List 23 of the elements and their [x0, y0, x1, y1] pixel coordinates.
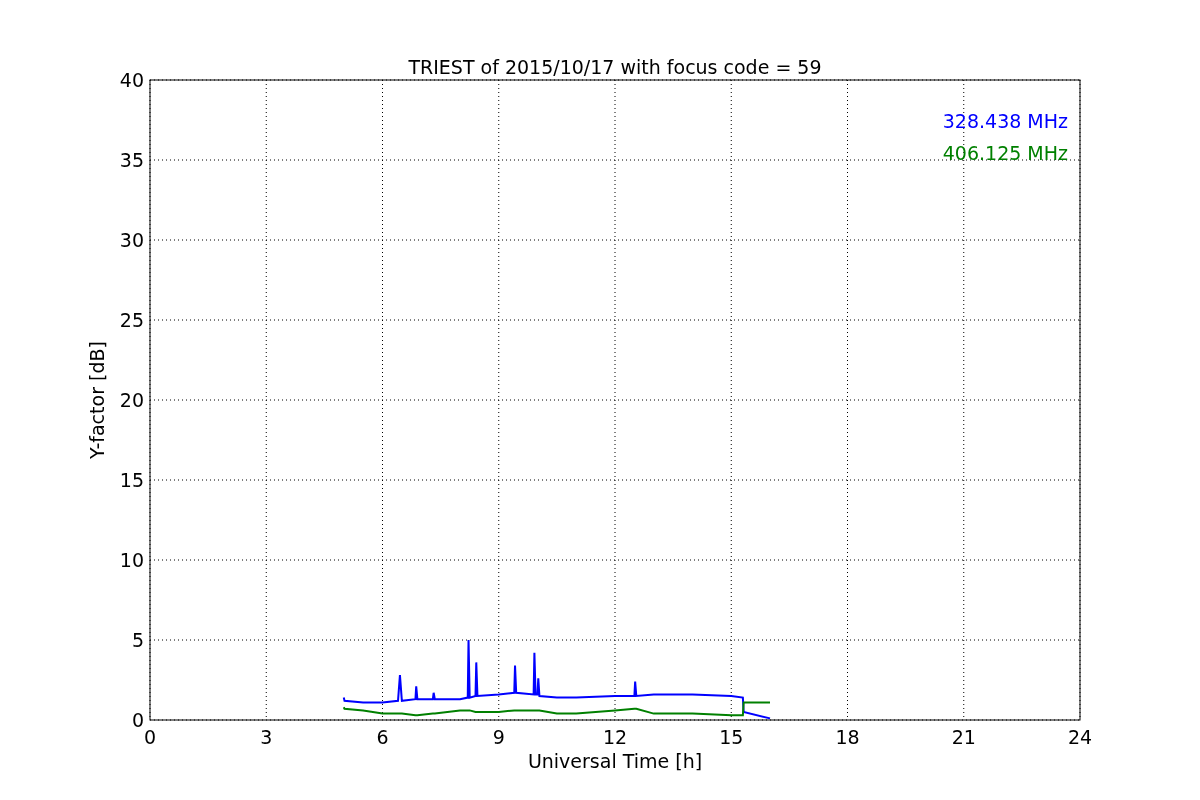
x-tick-label: 9	[492, 726, 505, 748]
y-tick-label: 10	[119, 549, 144, 571]
x-tick-label: 18	[835, 726, 860, 748]
x-tick-label: 24	[1067, 726, 1093, 748]
x-tick-label: 21	[951, 726, 976, 748]
y-tick-label: 40	[119, 69, 144, 91]
x-axis-label: Universal Time [h]	[527, 750, 703, 772]
legend-label: 328.438 MHz	[942, 110, 1068, 132]
chart-title: TRIEST of 2015/10/17 with focus code = 59	[408, 56, 822, 78]
x-tick-label: 12	[602, 726, 628, 748]
x-tick-label: 3	[260, 726, 273, 748]
y-axis-label: Y-factor [dB]	[86, 341, 108, 459]
x-tick-label: 15	[719, 726, 744, 748]
x-tick-label: 0	[143, 726, 157, 748]
y-tick-label: 25	[119, 309, 144, 331]
y-tick-label: 20	[119, 389, 144, 411]
y-tick-label: 5	[131, 629, 144, 651]
y-tick-label: 35	[119, 149, 144, 171]
x-tick-label: 6	[376, 726, 389, 748]
y-tick-label: 15	[119, 469, 144, 491]
y-tick-label: 30	[119, 229, 144, 251]
legend-label: 406.125 MHz	[942, 142, 1068, 164]
y-tick-label: 0	[131, 709, 144, 731]
